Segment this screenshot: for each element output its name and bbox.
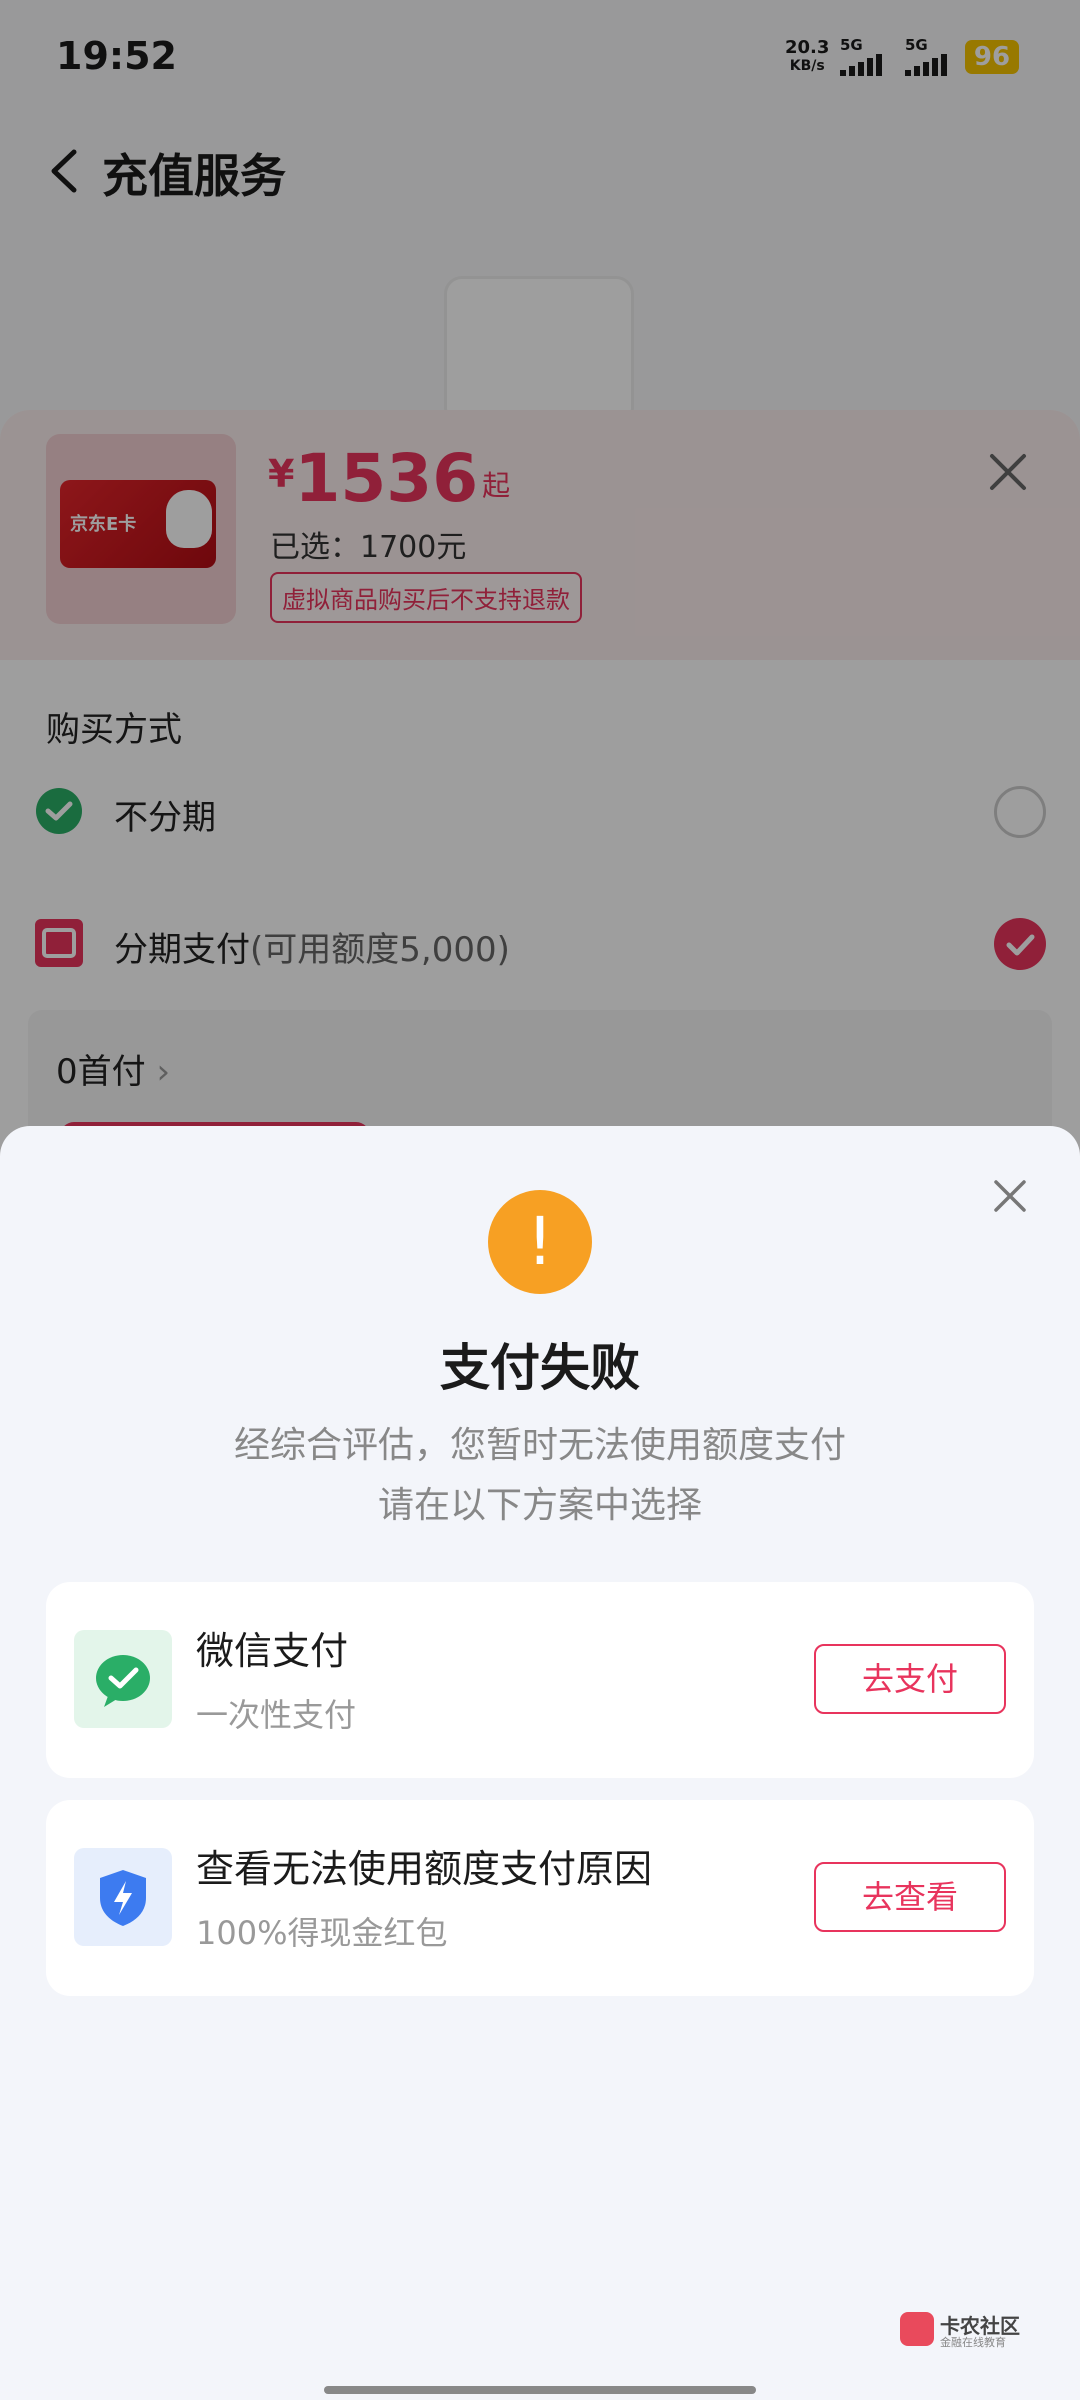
recharge-page: 19:52 20.3 KB/s 5G 5G 96 充值服务 京东E卡 ¥1536… [0, 0, 1080, 2400]
close-icon[interactable] [988, 1174, 1032, 1218]
wechat-pay-card: 微信支付 一次性支付 去支付 [46, 1582, 1034, 1778]
kanong-logo-icon [900, 2312, 934, 2346]
dialog-description-2: 请在以下方案中选择 [377, 1485, 702, 1526]
view-reason-button[interactable]: 去查看 [814, 1862, 1006, 1932]
go-pay-button[interactable]: 去支付 [814, 1644, 1006, 1714]
shield-lightning-icon [74, 1848, 172, 1946]
watermark-tagline: 金融在线教育 [940, 2336, 1006, 2349]
card-title: 查看无法使用额度支付原因 [196, 1847, 653, 1891]
payment-failed-dialog: ! 支付失败 经综合评估，您暂时无法使用额度支付 请在以下方案中选择 微信支付 … [0, 1126, 1080, 2400]
home-indicator[interactable] [324, 2386, 756, 2394]
credit-reason-card: 查看无法使用额度支付原因 100%得现金红包 去查看 [46, 1800, 1034, 1996]
card-subtitle: 100%得现金红包 [196, 1914, 448, 1952]
warning-icon: ! [488, 1190, 592, 1294]
card-title: 微信支付 [196, 1629, 349, 1673]
card-subtitle: 一次性支付 [196, 1696, 357, 1734]
watermark-logo: 卡农社区 金融在线教育 [900, 2308, 1020, 2349]
dialog-title: 支付失败 [440, 1339, 640, 1397]
wechat-pay-icon [74, 1630, 172, 1728]
dialog-description: 经综合评估，您暂时无法使用额度支付 [233, 1425, 846, 1466]
